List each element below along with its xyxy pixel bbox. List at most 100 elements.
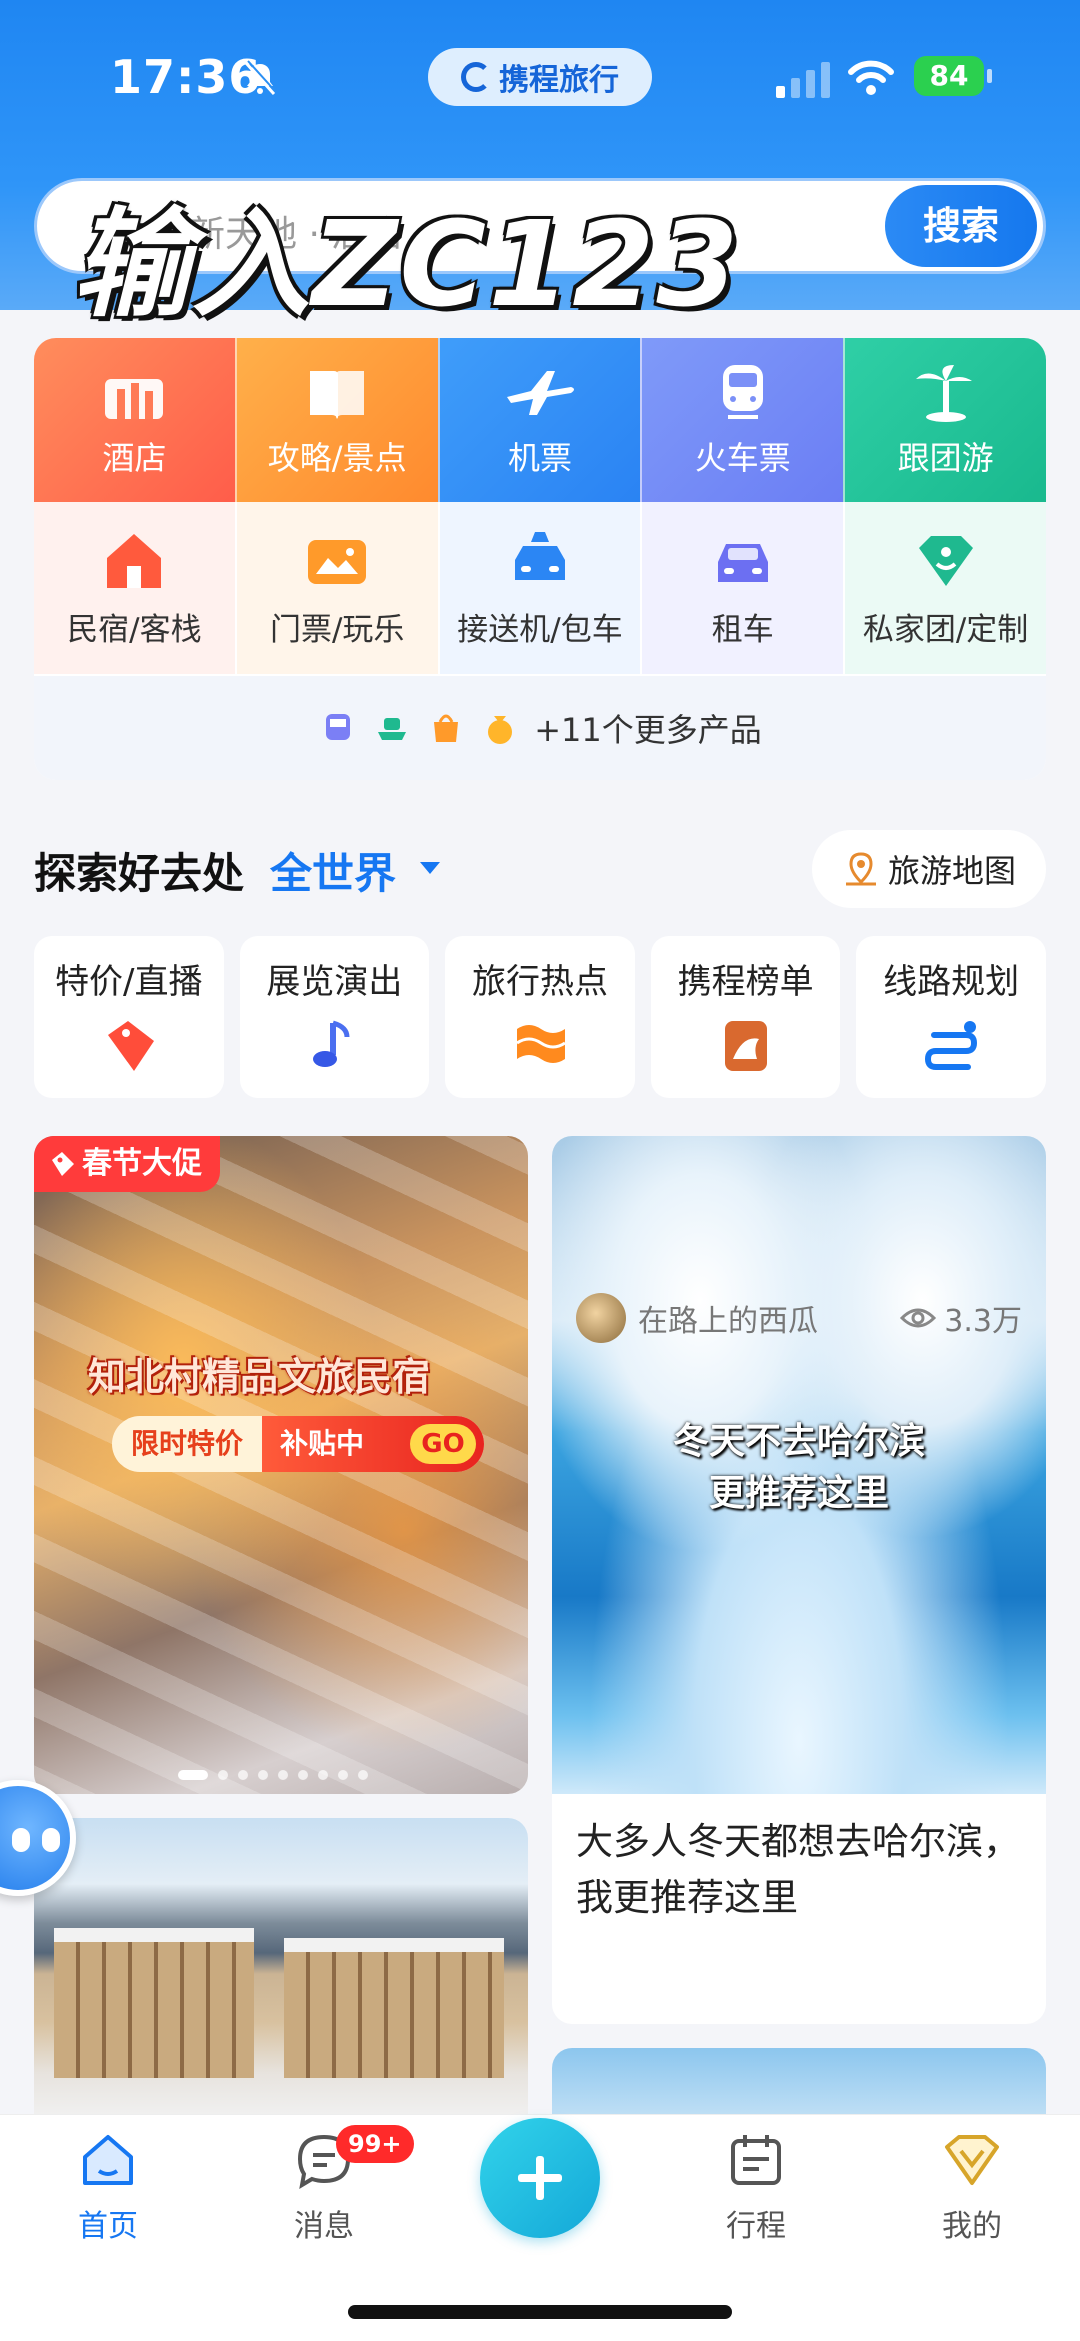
shopping-bag-icon xyxy=(434,714,459,742)
author-name[interactable]: 在路上的西瓜 xyxy=(638,1296,818,1340)
ship-icon xyxy=(378,718,407,740)
service-label: 接送机/包车 xyxy=(457,611,623,648)
carousel-dot xyxy=(238,1770,248,1780)
carousel-dot xyxy=(318,1770,328,1780)
category-label: 携程榜单 xyxy=(677,962,814,1002)
hot-flag-icon xyxy=(516,1025,566,1063)
service-flight[interactable]: 机票 xyxy=(437,338,641,502)
deal-label: 限时特价 xyxy=(130,1427,243,1460)
car-icon xyxy=(717,543,768,582)
cellular-signal-icon xyxy=(776,62,830,98)
route-icon xyxy=(925,1021,978,1070)
tab-home[interactable]: 首页 xyxy=(38,2129,178,2259)
status-time: 17:36 xyxy=(110,50,262,104)
music-note-icon xyxy=(313,1020,350,1067)
diamond-icon xyxy=(918,535,973,586)
feed-card-article[interactable]: 冬天不去哈尔滨 更推荐这里 大多人冬天都想去哈尔滨，我更推荐这里 在路上的西瓜 … xyxy=(552,1136,1046,2024)
carousel-dot-active xyxy=(178,1770,208,1780)
category-route-planning[interactable]: 线路规划 xyxy=(856,936,1046,1098)
battery-indicator: 84 xyxy=(914,56,992,96)
service-transfer[interactable]: 接送机/包车 xyxy=(437,502,641,674)
tab-label: 我的 xyxy=(942,2209,1002,2244)
map-button-label: 旅游地图 xyxy=(887,852,1016,890)
money-bag-icon xyxy=(488,716,513,744)
service-guide[interactable]: 攻略/景点 xyxy=(234,338,438,502)
ticket-icon xyxy=(308,539,367,584)
service-label: 火车票 xyxy=(694,439,791,477)
feed-card-resort[interactable] xyxy=(34,1818,528,2118)
brand-name: 携程旅行 xyxy=(499,63,619,98)
tab-label: 消息 xyxy=(294,2209,354,2244)
service-hotel[interactable]: 酒店 xyxy=(34,338,235,502)
resort-building xyxy=(284,1938,504,2078)
subsidy-text: 补贴中 xyxy=(280,1427,365,1460)
airplane-icon xyxy=(506,371,574,415)
service-group-tour[interactable]: 跟团游 xyxy=(843,338,1046,502)
wifi-icon xyxy=(848,60,894,95)
view-count-value: 3.3万 xyxy=(944,1304,1022,1339)
create-post-button[interactable] xyxy=(480,2118,600,2238)
carousel-dots xyxy=(178,1770,368,1780)
primary-services-row: 酒店 攻略/景点 机票 火车票 跟团游 xyxy=(34,338,1046,502)
article-body: 大多人冬天都想去哈尔滨，我更推荐这里 xyxy=(552,1794,1046,2024)
category-label: 特价/直播 xyxy=(55,962,203,1002)
service-label: 跟团游 xyxy=(897,439,994,477)
region-selector[interactable]: 全世界 xyxy=(270,840,396,901)
unread-badge: 99+ xyxy=(336,2125,414,2163)
explore-title: 探索好去处 xyxy=(34,849,245,898)
house-icon xyxy=(107,533,162,588)
bell-muted-icon xyxy=(244,60,277,96)
deal-banner[interactable]: 限时特价 补贴中 GO xyxy=(112,1416,484,1472)
eye-icon xyxy=(900,1308,937,1328)
carousel-dot xyxy=(358,1770,368,1780)
feed-card-promo[interactable]: 春节大促 知北村精品文旅民宿 限时特价 补贴中 GO xyxy=(34,1136,528,1794)
home-indicator[interactable] xyxy=(348,2305,732,2319)
article-title: 大多人冬天都想去哈尔滨，我更推荐这里 xyxy=(576,1820,1020,1919)
service-label: 酒店 xyxy=(102,439,167,477)
service-train[interactable]: 火车票 xyxy=(640,338,844,502)
carousel-dot xyxy=(298,1770,308,1780)
subsidy-label: 补贴中 GO xyxy=(262,1416,484,1472)
category-hot-spots[interactable]: 旅行热点 xyxy=(445,936,635,1098)
carousel-dot xyxy=(218,1770,228,1780)
tab-profile[interactable]: 我的 xyxy=(902,2129,1042,2259)
service-homestay[interactable]: 民宿/客栈 xyxy=(34,502,235,674)
category-rankings[interactable]: 携程榜单 xyxy=(650,936,841,1098)
avatar[interactable] xyxy=(576,1293,626,1343)
category-label: 线路规划 xyxy=(883,962,1020,1002)
palm-icon xyxy=(915,365,972,422)
tab-label: 行程 xyxy=(726,2209,786,2244)
service-car-rental[interactable]: 租车 xyxy=(640,502,844,674)
home-icon xyxy=(83,2135,133,2185)
bot-eye xyxy=(12,1828,30,1852)
travel-map-button[interactable]: 旅游地图 xyxy=(812,830,1046,908)
video-overlay-caption: 输入ZC123 xyxy=(72,195,741,333)
carousel-dot xyxy=(338,1770,348,1780)
hotel-icon xyxy=(105,379,164,419)
status-bar: 17:36 携程旅行 84 xyxy=(0,40,1080,120)
service-private-tour[interactable]: 私家团/定制 xyxy=(843,502,1046,674)
category-shortcuts: 特价/直播 展览演出 旅行热点 携程榜单 线路规划 xyxy=(34,936,1046,1098)
tag-icon xyxy=(52,1152,74,1176)
service-label: 门票/玩乐 xyxy=(269,611,405,648)
category-label: 旅行热点 xyxy=(471,962,608,1002)
category-deals[interactable]: 特价/直播 xyxy=(34,936,224,1098)
go-button[interactable]: GO xyxy=(410,1424,476,1464)
book-icon xyxy=(310,371,365,419)
more-products-label: +11个更多产品 xyxy=(534,711,762,749)
service-label: 私家团/定制 xyxy=(862,611,1029,648)
category-shows[interactable]: 展览演出 xyxy=(239,936,430,1098)
calendar-icon xyxy=(731,2135,781,2185)
tab-messages[interactable]: 消息 99+ xyxy=(254,2125,414,2259)
promo-tag: 春节大促 xyxy=(34,1136,220,1192)
more-products-row[interactable]: +11个更多产品 xyxy=(34,676,1046,780)
chevron-down-icon[interactable] xyxy=(420,862,440,874)
service-tickets[interactable]: 门票/玩乐 xyxy=(234,502,438,674)
tab-trips[interactable]: 行程 xyxy=(686,2129,826,2259)
taxi-icon xyxy=(514,531,565,580)
image-caption: 冬天不去哈尔滨 更推荐这里 xyxy=(552,1416,1046,1520)
carousel-dot xyxy=(258,1770,268,1780)
carousel-dot xyxy=(278,1770,288,1780)
search-button[interactable]: 搜索 xyxy=(885,185,1037,267)
train-icon xyxy=(722,365,763,419)
